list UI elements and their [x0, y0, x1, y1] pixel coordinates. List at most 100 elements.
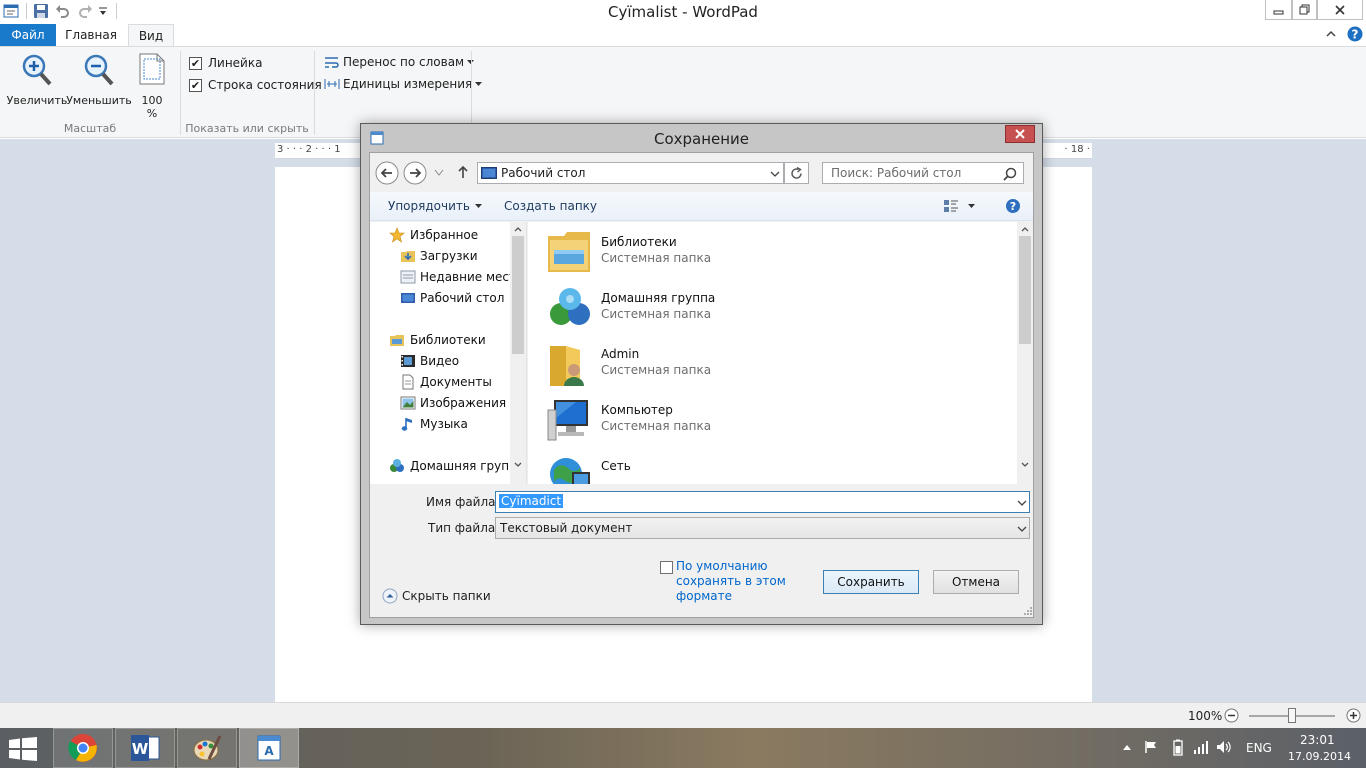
nav-recent-places[interactable]: Недавние места — [400, 266, 523, 287]
refresh-button[interactable] — [784, 162, 809, 184]
nav-homegroup-label: Домашняя группа — [410, 458, 525, 473]
filename-value: Cyïmadict — [499, 494, 564, 508]
resize-grip-icon — [1024, 607, 1032, 615]
nav-scrollbar[interactable] — [510, 222, 526, 484]
tab-view[interactable]: Вид — [128, 24, 174, 47]
file-list-scrollbar[interactable] — [1017, 222, 1033, 484]
images-icon — [400, 396, 416, 409]
language-indicator[interactable]: ENG — [1246, 741, 1272, 755]
nav-desktop[interactable]: Рабочий стол — [400, 287, 504, 308]
file-item-name: Admin — [601, 347, 640, 361]
wordwrap-dropdown[interactable]: Перенос по словам — [324, 55, 475, 69]
file-item-type: Системная папка — [601, 363, 712, 377]
zoom-in-icon — [21, 53, 53, 87]
paint-icon — [193, 735, 222, 761]
file-list: Библиотеки Системная папка Домашняя груп… — [528, 222, 1033, 484]
ruler-label: Линейка — [208, 56, 263, 70]
show-hidden-icons-icon[interactable] — [1122, 743, 1132, 751]
zoom-in-small-icon[interactable] — [1346, 708, 1361, 723]
file-item-libraries[interactable]: Библиотеки Системная папка — [543, 228, 843, 280]
back-button[interactable] — [375, 161, 399, 185]
units-dropdown[interactable]: Единицы измерения — [324, 77, 483, 91]
tab-home[interactable]: Главная — [60, 24, 122, 46]
help-icon[interactable]: ? — [1347, 26, 1363, 42]
chevron-down-icon — [968, 204, 975, 208]
change-view-button[interactable] — [943, 198, 976, 214]
nav-recent-label: Недавние места — [420, 269, 524, 284]
filetype-select[interactable]: Текстовый документ — [495, 517, 1030, 539]
default-format-line2: сохранять в этом — [676, 574, 786, 588]
tab-file[interactable]: Файл — [0, 24, 56, 46]
network-signal-icon[interactable] — [1193, 740, 1209, 754]
clock-date[interactable]: 17.09.2014 — [1288, 750, 1351, 763]
statusbar-checkbox[interactable]: ✔ Строка состояния — [189, 78, 322, 92]
nav-favorites[interactable]: Избранное — [389, 224, 478, 245]
nav-scroll-thumb[interactable] — [512, 236, 524, 354]
collapse-ribbon-icon[interactable] — [1325, 28, 1337, 40]
start-button[interactable] — [9, 737, 37, 761]
nav-homegroup[interactable]: Домашняя группа — [389, 455, 524, 476]
zoom-level: 100% — [1188, 709, 1223, 723]
up-button[interactable] — [457, 165, 469, 179]
new-folder-button[interactable]: Создать папку — [504, 199, 597, 213]
taskbar-paint[interactable] — [177, 728, 237, 768]
title-bar: Cyïmalist - WordPad — [0, 0, 1366, 24]
default-format-checkbox[interactable] — [660, 561, 673, 574]
forward-button[interactable] — [403, 161, 427, 185]
file-item-admin[interactable]: Admin Системная папка — [543, 340, 843, 392]
zoom-in-button[interactable]: Увеличить — [4, 51, 67, 109]
nav-images[interactable]: Изображения — [400, 392, 506, 413]
dialog-help-button[interactable]: ? — [1005, 198, 1021, 214]
recent-places-icon — [400, 270, 416, 283]
hide-folders-button[interactable]: Скрыть папки — [382, 588, 491, 604]
file-list-scroll-thumb[interactable] — [1019, 236, 1031, 344]
default-format-line3: формате — [676, 589, 732, 603]
filename-input[interactable]: Cyïmadict — [495, 491, 1030, 513]
file-item-computer[interactable]: Компьютер Системная папка — [543, 396, 843, 448]
zoom-out-button[interactable]: Уменьшить — [66, 51, 132, 109]
recent-locations-dropdown[interactable] — [434, 169, 444, 177]
taskbar-wordpad[interactable]: A — [239, 728, 299, 768]
clock-time[interactable]: 23:01 — [1300, 733, 1335, 747]
nav-video[interactable]: Видео — [400, 350, 459, 371]
volume-icon[interactable] — [1216, 740, 1232, 754]
zoom-100-button[interactable]: 100 % — [135, 51, 169, 121]
filetype-label: Тип файла: — [428, 521, 500, 535]
file-item-homegroup[interactable]: Домашняя группа Системная папка — [543, 284, 843, 336]
nav-music[interactable]: Музыка — [400, 413, 468, 434]
back-arrow-icon — [375, 161, 399, 185]
window-title: Cyïmalist - WordPad — [608, 3, 758, 21]
cancel-button[interactable]: Отмена — [933, 570, 1019, 594]
organize-button[interactable]: Упорядочить — [388, 199, 483, 213]
taskbar-chrome[interactable] — [53, 728, 113, 768]
address-bar[interactable]: Рабочий стол — [477, 162, 784, 184]
ruler-right-marks: · 18 · — [1064, 144, 1090, 155]
nav-downloads[interactable]: Загрузки — [400, 245, 478, 266]
file-item-name: Домашняя группа — [601, 291, 716, 305]
minimize-button[interactable] — [1265, 0, 1292, 20]
organize-label: Упорядочить — [388, 199, 470, 213]
nav-documents[interactable]: Документы — [400, 371, 492, 392]
zoom-slider-thumb[interactable] — [1288, 708, 1296, 723]
ruler-checkbox[interactable]: ✔ Линейка — [189, 56, 262, 70]
dialog-close-button[interactable] — [1005, 125, 1035, 143]
zoom-out-label: Уменьшить — [66, 94, 132, 107]
zoom-out-small-icon[interactable] — [1224, 708, 1239, 723]
video-icon — [401, 354, 415, 367]
nav-libraries[interactable]: Библиотеки — [389, 329, 486, 350]
search-box[interactable]: Поиск: Рабочий стол — [822, 162, 1024, 184]
default-format-label[interactable]: По умолчанию сохранять в этом формате — [676, 559, 786, 604]
action-center-flag-icon[interactable] — [1144, 740, 1158, 754]
up-arrow-icon — [458, 165, 468, 178]
help-icon: ? — [1006, 199, 1020, 213]
close-button[interactable] — [1317, 0, 1363, 20]
restore-button[interactable] — [1292, 0, 1317, 20]
navigation-pane: Избранное Загрузки Недавние места Рабочи… — [370, 222, 527, 484]
file-item-network[interactable]: Сеть — [543, 452, 843, 484]
ruler-left-marks: 3 · · · 2 · · · 1 — [277, 144, 341, 155]
dialog-body: Рабочий стол Поиск: Рабочий стол Упорядо… — [369, 152, 1034, 618]
nav-video-label: Видео — [420, 353, 460, 368]
taskbar-word[interactable]: W — [115, 728, 175, 768]
save-button[interactable]: Сохранить — [823, 570, 919, 594]
battery-icon[interactable] — [1172, 739, 1184, 756]
